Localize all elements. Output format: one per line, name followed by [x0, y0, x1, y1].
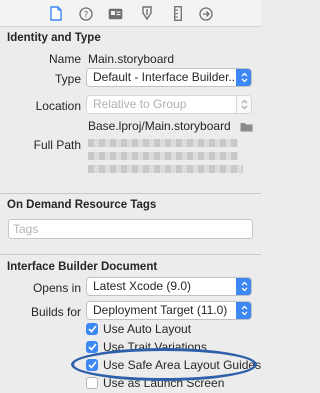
- builds-for-popup[interactable]: Deployment Target (11.0): [86, 301, 252, 320]
- checkbox-label: Use Auto Layout: [103, 322, 192, 336]
- builds-for-label: Builds for: [30, 305, 81, 319]
- checkmark-icon: [86, 341, 98, 353]
- use-as-launch-screen-checkbox[interactable]: Use as Launch Screen: [86, 375, 224, 391]
- folder-icon[interactable]: [240, 121, 253, 135]
- name-label: Name: [48, 52, 81, 66]
- checkbox-label: Use Trait Variations: [103, 340, 207, 354]
- checkbox-box: [86, 377, 98, 389]
- tags-input[interactable]: Tags: [8, 219, 253, 239]
- type-label: Type: [54, 72, 81, 86]
- inspector-tab-bar: ?: [0, 0, 261, 27]
- full-path-value-redacted: [88, 139, 238, 147]
- section-divider: [0, 193, 261, 194]
- svg-text:?: ?: [83, 10, 88, 20]
- file-icon[interactable]: [48, 6, 63, 21]
- checkbox-label: Use as Launch Screen: [103, 376, 225, 390]
- location-popup-value: Relative to Group: [93, 97, 187, 111]
- checkmark-icon: [86, 359, 98, 371]
- popup-stepper-icon: [236, 278, 251, 295]
- use-safe-area-layout-guides-checkbox[interactable]: Use Safe Area Layout Guides: [86, 357, 261, 373]
- checkmark-icon: [86, 323, 98, 335]
- tags-section-header: On Demand Resource Tags: [7, 199, 157, 211]
- attributes-icon[interactable]: [139, 6, 154, 21]
- help-icon[interactable]: ?: [78, 6, 93, 21]
- builds-for-popup-value: Deployment Target (11.0): [93, 303, 228, 317]
- full-path-value-redacted: [88, 152, 238, 160]
- use-trait-variations-checkbox[interactable]: Use Trait Variations: [86, 339, 207, 355]
- location-path: Base.lproj/Main.storyboard: [88, 119, 231, 133]
- opens-in-popup[interactable]: Latest Xcode (9.0): [86, 277, 252, 296]
- ib-document-section-header: Interface Builder Document: [7, 261, 158, 273]
- section-divider: [0, 254, 261, 255]
- identity-section-header: Identity and Type: [7, 32, 101, 44]
- use-auto-layout-checkbox[interactable]: Use Auto Layout: [86, 321, 191, 337]
- opens-in-popup-value: Latest Xcode (9.0): [93, 279, 192, 293]
- connections-icon[interactable]: [198, 6, 213, 21]
- opens-in-label: Opens in: [32, 281, 81, 295]
- popup-stepper-icon: [236, 69, 251, 86]
- identity-card-icon[interactable]: [108, 6, 123, 21]
- name-value[interactable]: Main.storyboard: [88, 52, 174, 66]
- checkbox-label: Use Safe Area Layout Guides: [103, 358, 262, 372]
- location-label: Location: [35, 99, 81, 113]
- full-path-value-redacted: [88, 165, 243, 173]
- size-ruler-icon[interactable]: [170, 6, 185, 21]
- type-popup[interactable]: Default - Interface Builder...: [86, 68, 252, 87]
- type-popup-value: Default - Interface Builder...: [93, 70, 239, 84]
- popup-stepper-icon: [236, 302, 251, 319]
- popup-stepper-icon: [236, 96, 251, 113]
- location-popup[interactable]: Relative to Group: [86, 95, 252, 114]
- full-path-label: Full Path: [33, 138, 81, 152]
